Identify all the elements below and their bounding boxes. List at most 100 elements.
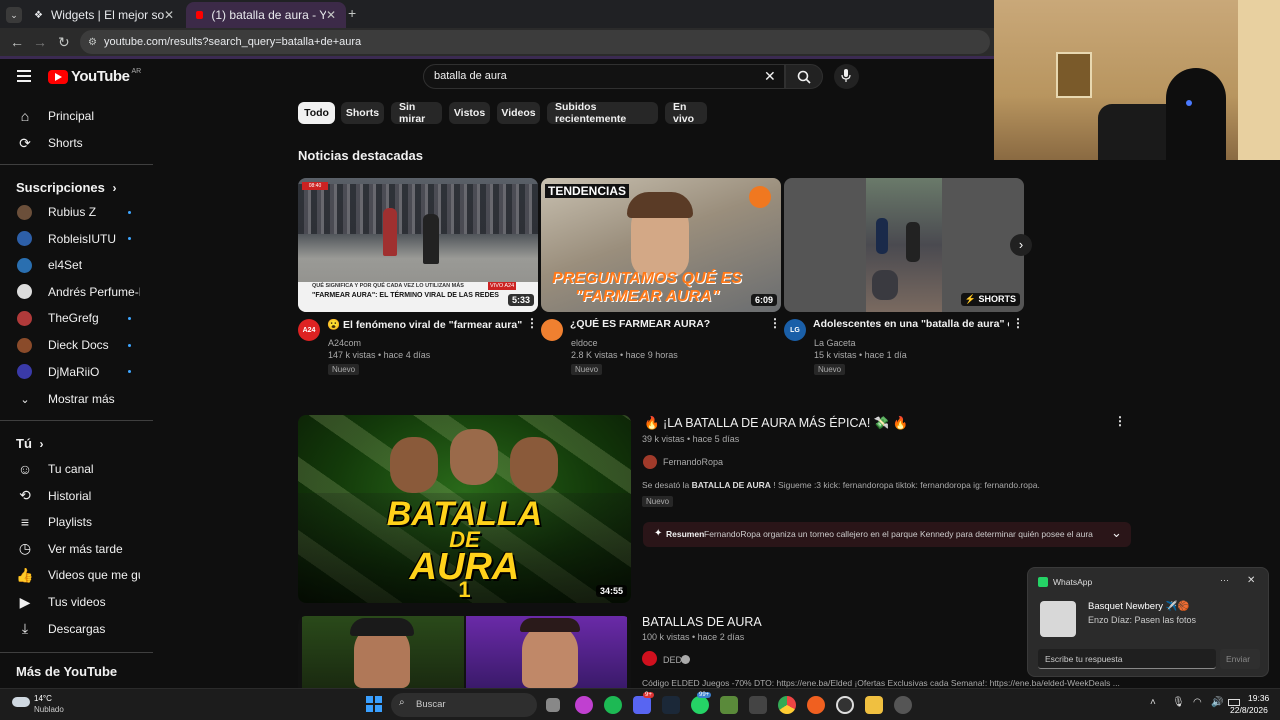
channel-name[interactable]: DED <box>663 655 682 665</box>
address-bar[interactable]: ⚙ youtube.com/results?search_query=batal… <box>80 30 990 54</box>
sidebar-item-label: Shorts <box>48 136 83 150</box>
result-thumbnail-1[interactable]: BATALLA DE AURA 1 34:55 <box>298 415 631 603</box>
more-options-icon[interactable]: ⋮ <box>769 316 781 330</box>
more-options-icon[interactable]: ⋮ <box>1114 414 1126 428</box>
volume-icon[interactable]: 🔊 <box>1211 697 1223 708</box>
forward-arrow-icon[interactable]: → <box>33 34 47 50</box>
close-icon[interactable]: ✕ <box>1247 575 1255 586</box>
clock-time[interactable]: 19:36 <box>1248 693 1269 703</box>
taskbar-search[interactable]: ⌕ Buscar <box>391 693 537 717</box>
media-player-icon[interactable] <box>894 696 912 714</box>
search-button[interactable] <box>785 64 823 89</box>
chip-videos[interactable]: Videos <box>497 102 540 124</box>
ai-summary-bar[interactable]: ✦ Resumen FernandoRopa organiza un torne… <box>643 522 1131 547</box>
news-thumbnail-2[interactable]: TENDENCIAS PREGUNTAMOS QUÉ ES "FARMEAR A… <box>541 178 781 312</box>
menu-hamburger-icon[interactable] <box>17 70 31 82</box>
result-title[interactable]: BATALLAS DE AURA <box>642 615 762 629</box>
sidebar-item-liked[interactable]: 👍 Videos que me gus... <box>0 562 153 588</box>
sidebar-item-playlists[interactable]: ≡ Playlists <box>0 509 153 535</box>
youtube-logo[interactable]: YouTube AR <box>48 68 141 85</box>
more-options-icon[interactable]: ⋮ <box>526 316 538 330</box>
sidebar-item-watch-later[interactable]: ◷ Ver más tarde <box>0 536 153 562</box>
sidebar-item-principal[interactable]: ⌂ Principal <box>0 103 153 129</box>
channel-avatar[interactable] <box>643 455 657 469</box>
file-explorer-icon[interactable] <box>865 696 883 714</box>
sidebar-subscription[interactable]: RobleisIUTU <box>0 226 153 252</box>
show-more-button[interactable]: ⌄ Mostrar más <box>0 386 153 412</box>
chip-sin-mirar[interactable]: Sin mirar <box>391 101 442 125</box>
back-arrow-icon[interactable]: ← <box>10 34 24 50</box>
clear-search-icon[interactable]: ✕ <box>764 68 776 85</box>
chip-vistos[interactable]: Vistos <box>449 102 490 124</box>
channel-avatar[interactable]: LG <box>784 319 806 341</box>
channel-avatar[interactable]: A24 <box>298 319 320 341</box>
chip-shorts[interactable]: Shorts <box>341 102 384 124</box>
microphone-tray-icon[interactable]: 🎙 <box>1172 697 1185 708</box>
voice-search-button[interactable] <box>834 64 859 89</box>
news-title[interactable]: Adolescentes en una "batalla de aura" en… <box>813 318 1009 330</box>
channel-name[interactable]: eldoce <box>571 338 598 348</box>
tab-list-chevron-icon[interactable]: ⌄ <box>6 7 22 23</box>
reload-icon[interactable]: ↻ <box>58 34 70 51</box>
sidebar-subscription[interactable]: Dieck Docs <box>0 332 153 358</box>
chip-en-vivo[interactable]: En vivo <box>665 101 707 125</box>
more-options-icon[interactable]: ⋮ <box>1012 316 1024 330</box>
close-tab-icon[interactable]: ✕ <box>326 8 336 22</box>
result-thumbnail-2[interactable] <box>298 616 631 688</box>
start-button[interactable] <box>366 696 382 712</box>
sidebar-item-downloads[interactable]: ⤓ Descargas <box>0 616 153 642</box>
chip-subidos-recientemente[interactable]: Subidos recientemente <box>547 101 658 125</box>
search-input[interactable]: batalla de aura ✕ <box>423 64 785 89</box>
spotify-icon[interactable] <box>604 696 622 714</box>
channel-name[interactable]: FernandoRopa <box>663 457 723 467</box>
channel-avatar[interactable] <box>541 319 563 341</box>
clock-date[interactable]: 22/8/2026 <box>1230 705 1268 715</box>
carousel-next-button[interactable]: › <box>1010 234 1032 256</box>
terminal-icon[interactable] <box>749 696 767 714</box>
sidebar-subscription[interactable]: Rubius Z <box>0 199 153 225</box>
tab-widgets[interactable]: ❖ Widgets | El mejor software pa ✕ <box>24 2 184 28</box>
news-thumbnail-3[interactable]: ⚡ SHORTS <box>784 178 1024 312</box>
send-button[interactable]: Enviar <box>1220 649 1260 669</box>
sidebar-subscription[interactable]: el4Set <box>0 252 153 278</box>
tray-chevron-up-icon[interactable]: ˄ <box>1150 697 1156 708</box>
chrome-icon[interactable] <box>778 696 796 714</box>
sidebar-item-your-videos[interactable]: ▶ Tus videos <box>0 589 153 615</box>
sidebar-item-history[interactable]: ⟲ Historial <box>0 483 153 509</box>
wifi-icon[interactable]: ◠ <box>1193 697 1202 708</box>
pinned-app-icon[interactable] <box>575 696 593 714</box>
sidebar-subscription[interactable]: Andrés Perfume-M... <box>0 279 153 305</box>
news-title[interactable]: ¿QUÉ ES FARMEAR AURA? <box>570 318 766 330</box>
news-thumbnail-1[interactable]: 08:40 QUÉ SIGNIFICA Y POR QUÉ CADA VEZ L… <box>298 178 538 312</box>
whatsapp-notification[interactable]: WhatsApp ··· ✕ Basquet Newbery ✈️🏀 Enzo … <box>1027 567 1269 677</box>
sidebar-subscription[interactable]: DjMaRiiO <box>0 359 153 385</box>
discord-icon[interactable] <box>633 696 651 714</box>
task-view-icon[interactable] <box>546 698 560 712</box>
channel-avatar[interactable] <box>642 651 657 666</box>
new-tab-button[interactable]: + <box>348 5 356 21</box>
pinned-app-icon[interactable] <box>807 696 825 714</box>
channel-name[interactable]: A24com <box>328 338 361 348</box>
channel-name[interactable]: La Gaceta <box>814 338 856 348</box>
weather-widget[interactable]: 14°C Nublado <box>10 693 80 717</box>
chevron-down-icon[interactable]: ⌄ <box>1111 525 1122 541</box>
whatsapp-taskbar-icon[interactable] <box>691 696 709 714</box>
reply-input[interactable]: Escribe tu respuesta <box>1038 649 1216 669</box>
chip-todo[interactable]: Todo <box>298 102 335 124</box>
site-info-icon[interactable]: ⚙ <box>88 37 97 48</box>
minecraft-icon[interactable] <box>720 696 738 714</box>
subscriptions-heading[interactable]: Suscripciones › <box>16 180 117 195</box>
close-tab-icon[interactable]: ✕ <box>164 8 174 22</box>
channel-avatar-text: A24 <box>302 326 316 334</box>
sidebar-item-shorts[interactable]: ⟳ Shorts <box>0 130 153 156</box>
tab-youtube[interactable]: (1) batalla de aura - YouTube ✕ <box>186 2 346 28</box>
sidebar-item-channel[interactable]: ☺ Tu canal <box>0 456 153 482</box>
news-title[interactable]: 😮 El fenómeno viral de "farmear aura" <box>327 318 523 331</box>
more-options-icon[interactable]: ··· <box>1220 575 1229 585</box>
weather-desc: Nublado <box>34 705 64 714</box>
you-heading[interactable]: Tú › <box>16 436 44 451</box>
sidebar-subscription[interactable]: TheGrefg <box>0 305 153 331</box>
steam-icon[interactable] <box>662 696 680 714</box>
result-title[interactable]: 🔥 ¡LA BATALLA DE AURA MÁS ÉPICA! 💸 🔥 <box>644 416 908 431</box>
obs-icon[interactable] <box>836 696 854 714</box>
